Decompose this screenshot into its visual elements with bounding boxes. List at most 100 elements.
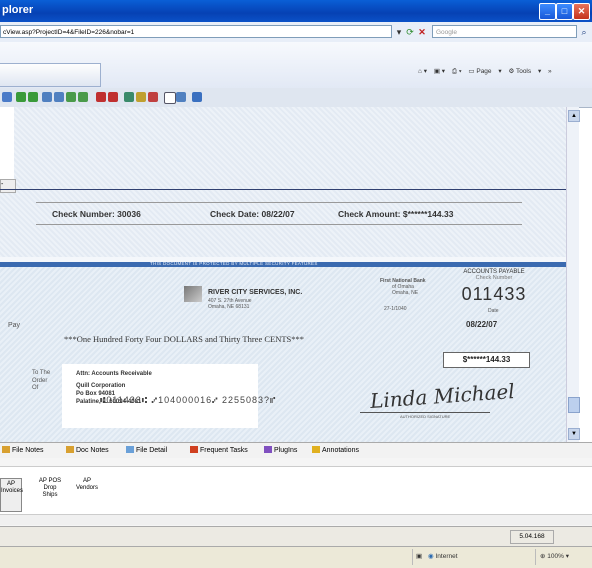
- side-panel-handle[interactable]: -: [0, 179, 16, 193]
- page-view-icon[interactable]: [164, 92, 176, 104]
- last-page-icon[interactable]: [108, 92, 118, 102]
- to-the-order-line-2: Order: [32, 377, 48, 384]
- rotate-right-icon[interactable]: [78, 92, 88, 102]
- home-icon[interactable]: ⌂ ▾: [418, 68, 427, 75]
- settings-icon[interactable]: [192, 92, 202, 102]
- attn-line: Attn: Accounts Receivable: [76, 371, 152, 377]
- minimize-button[interactable]: _: [539, 3, 556, 20]
- scroll-thumb[interactable]: [568, 397, 580, 413]
- stub-divider: [0, 189, 566, 190]
- zoom-in-icon[interactable]: [42, 92, 52, 102]
- zoom-level[interactable]: ⊕ 100% ▾: [540, 552, 569, 560]
- stub-rule-bottom: [36, 224, 522, 225]
- tab-file-detail[interactable]: File Detail: [126, 446, 167, 454]
- stub-check-number: Check Number: 30036: [52, 209, 141, 219]
- to-the-order-line-1: To The: [32, 370, 51, 376]
- page-menu[interactable]: ▭ Page ▾: [468, 68, 501, 75]
- check-date: 08/22/07: [466, 320, 498, 329]
- stop-icon[interactable]: ✕: [416, 26, 428, 38]
- search-icon[interactable]: ⌕: [578, 26, 590, 38]
- tools-menu[interactable]: ⚙ Tools ▾: [508, 68, 541, 75]
- notes-icon: [66, 446, 74, 453]
- side-panel-fragment: [0, 107, 14, 180]
- security-band: THIS DOCUMENT IS PROTECTED BY MULTIPLE S…: [0, 261, 566, 267]
- prev-page-icon[interactable]: [28, 92, 38, 102]
- signature-caption: AUTHORIZED SIGNATURE: [400, 414, 451, 419]
- scroll-up-arrow-icon[interactable]: ▲: [568, 110, 580, 122]
- ap-vendors-button[interactable]: AP Vendors: [74, 478, 100, 492]
- check-number-label: Check Number: [475, 275, 513, 281]
- command-bar-buttons: ⌂ ▾ ▣ ▾ ⎙ ▾ ▭ Page ▾ ⚙ Tools ▾ »: [418, 67, 557, 76]
- internet-zone: ◉ Internet: [428, 553, 458, 560]
- tab-annotations[interactable]: Annotations: [312, 446, 359, 454]
- ap-invoices-button[interactable]: AP Invoices: [0, 478, 23, 512]
- status-divider: [535, 549, 536, 565]
- payee-name: Quill Corporation: [76, 383, 126, 389]
- find-icon[interactable]: [176, 92, 186, 102]
- routing-fraction: 27-1/1040: [384, 306, 407, 312]
- amount-in-words: ***One Hundred Forty Four DOLLARS and Th…: [64, 334, 305, 344]
- rotate-left-icon[interactable]: [66, 92, 76, 102]
- refresh-icon[interactable]: ⟳: [404, 26, 416, 38]
- zoom-icon: ⊕: [540, 553, 546, 560]
- company-logo: [184, 286, 202, 302]
- to-the-order-of: To The Order Of: [32, 370, 50, 393]
- browser-tab[interactable]: [0, 63, 101, 87]
- check-number: 011433: [461, 284, 527, 304]
- date-label: Date: [488, 308, 499, 314]
- notes-icon: [2, 446, 10, 453]
- micr-line: ⑆011433⑆ ⑇104000016⑇ 2255083?⑈: [100, 395, 277, 405]
- first-page-icon[interactable]: [96, 92, 106, 102]
- tab-plugins[interactable]: PlugIns: [264, 446, 297, 454]
- payer-address-2: Omaha, NE 68131: [208, 304, 250, 310]
- maximize-button[interactable]: □: [556, 3, 573, 20]
- stub-check-date: Check Date: 08/22/07: [210, 209, 295, 219]
- annotate-icon[interactable]: [136, 92, 146, 102]
- folder-icon: [126, 446, 134, 453]
- app-status-bar: 5.04.168: [0, 526, 592, 547]
- document-viewer: - Check Number: 30036 Check Date: 08/22/…: [0, 107, 566, 442]
- globe-icon: ◉: [428, 553, 434, 560]
- viewer-toolbar: [0, 88, 592, 108]
- next-page-icon[interactable]: [16, 92, 26, 102]
- save-icon[interactable]: [2, 92, 12, 102]
- more-icon[interactable]: »: [548, 68, 552, 75]
- feeds-icon[interactable]: ▣ ▾: [434, 68, 445, 75]
- to-the-order-line-3: Of: [32, 385, 39, 391]
- stub-check-amount: Check Amount: $******144.33: [338, 209, 454, 219]
- check-stub: - Check Number: 30036 Check Date: 08/22/…: [0, 107, 566, 257]
- fit-width-icon[interactable]: [124, 92, 134, 102]
- pay-label: Pay: [8, 322, 21, 329]
- plugin-icon: [264, 446, 272, 453]
- accounts-payable-block: ACCOUNTS PAYABLE Check Number: [455, 269, 533, 281]
- address-row: cView.asp?ProjectID=4&FileID=226&nobar=1…: [0, 22, 592, 43]
- stub-rule-top: [36, 202, 522, 203]
- print-icon[interactable]: ⎙ ▾: [452, 68, 462, 75]
- window-title: plorer: [2, 4, 34, 16]
- command-bar: ⌂ ▾ ▣ ▾ ⎙ ▾ ▭ Page ▾ ⚙ Tools ▾ »: [0, 42, 592, 89]
- security-text: THIS DOCUMENT IS PROTECTED BY MULTIPLE S…: [150, 261, 318, 266]
- close-button[interactable]: ✕: [573, 3, 590, 20]
- annotation-icon: [312, 446, 320, 453]
- tab-file-notes[interactable]: File Notes: [2, 446, 44, 454]
- tasks-icon: [190, 446, 198, 453]
- window-title-bar: plorer _ □ ✕: [0, 0, 592, 22]
- signature: Linda Michael: [369, 378, 516, 414]
- tasks-panel-content: AP Invoices AP POS Drop Ships AP Vendors: [0, 466, 592, 518]
- tab-frequent-tasks[interactable]: Frequent Tasks: [190, 446, 248, 454]
- tasks-panel: AP Invoices AP POS Drop Ships AP Vendors: [0, 458, 592, 526]
- search-input[interactable]: Google: [432, 25, 577, 38]
- protected-mode-icon: ▣: [416, 553, 423, 560]
- status-divider: [412, 549, 413, 565]
- panel-horizontal-scrollbar[interactable]: [0, 514, 592, 525]
- ap-pos-drop-ships-button[interactable]: AP POS Drop Ships: [34, 478, 66, 499]
- highlight-icon[interactable]: [148, 92, 158, 102]
- version-label: 5.04.168: [510, 530, 554, 544]
- document-scrollbar[interactable]: ▲ ▼: [566, 107, 580, 442]
- amount-box: $******144.33: [443, 352, 530, 368]
- zoom-out-icon[interactable]: [54, 92, 64, 102]
- address-bar[interactable]: cView.asp?ProjectID=4&FileID=226&nobar=1: [0, 25, 392, 38]
- scroll-down-arrow-icon[interactable]: ▼: [568, 428, 580, 440]
- bank-line-3: Omaha, NE: [392, 290, 419, 296]
- tab-doc-notes[interactable]: Doc Notes: [66, 446, 109, 454]
